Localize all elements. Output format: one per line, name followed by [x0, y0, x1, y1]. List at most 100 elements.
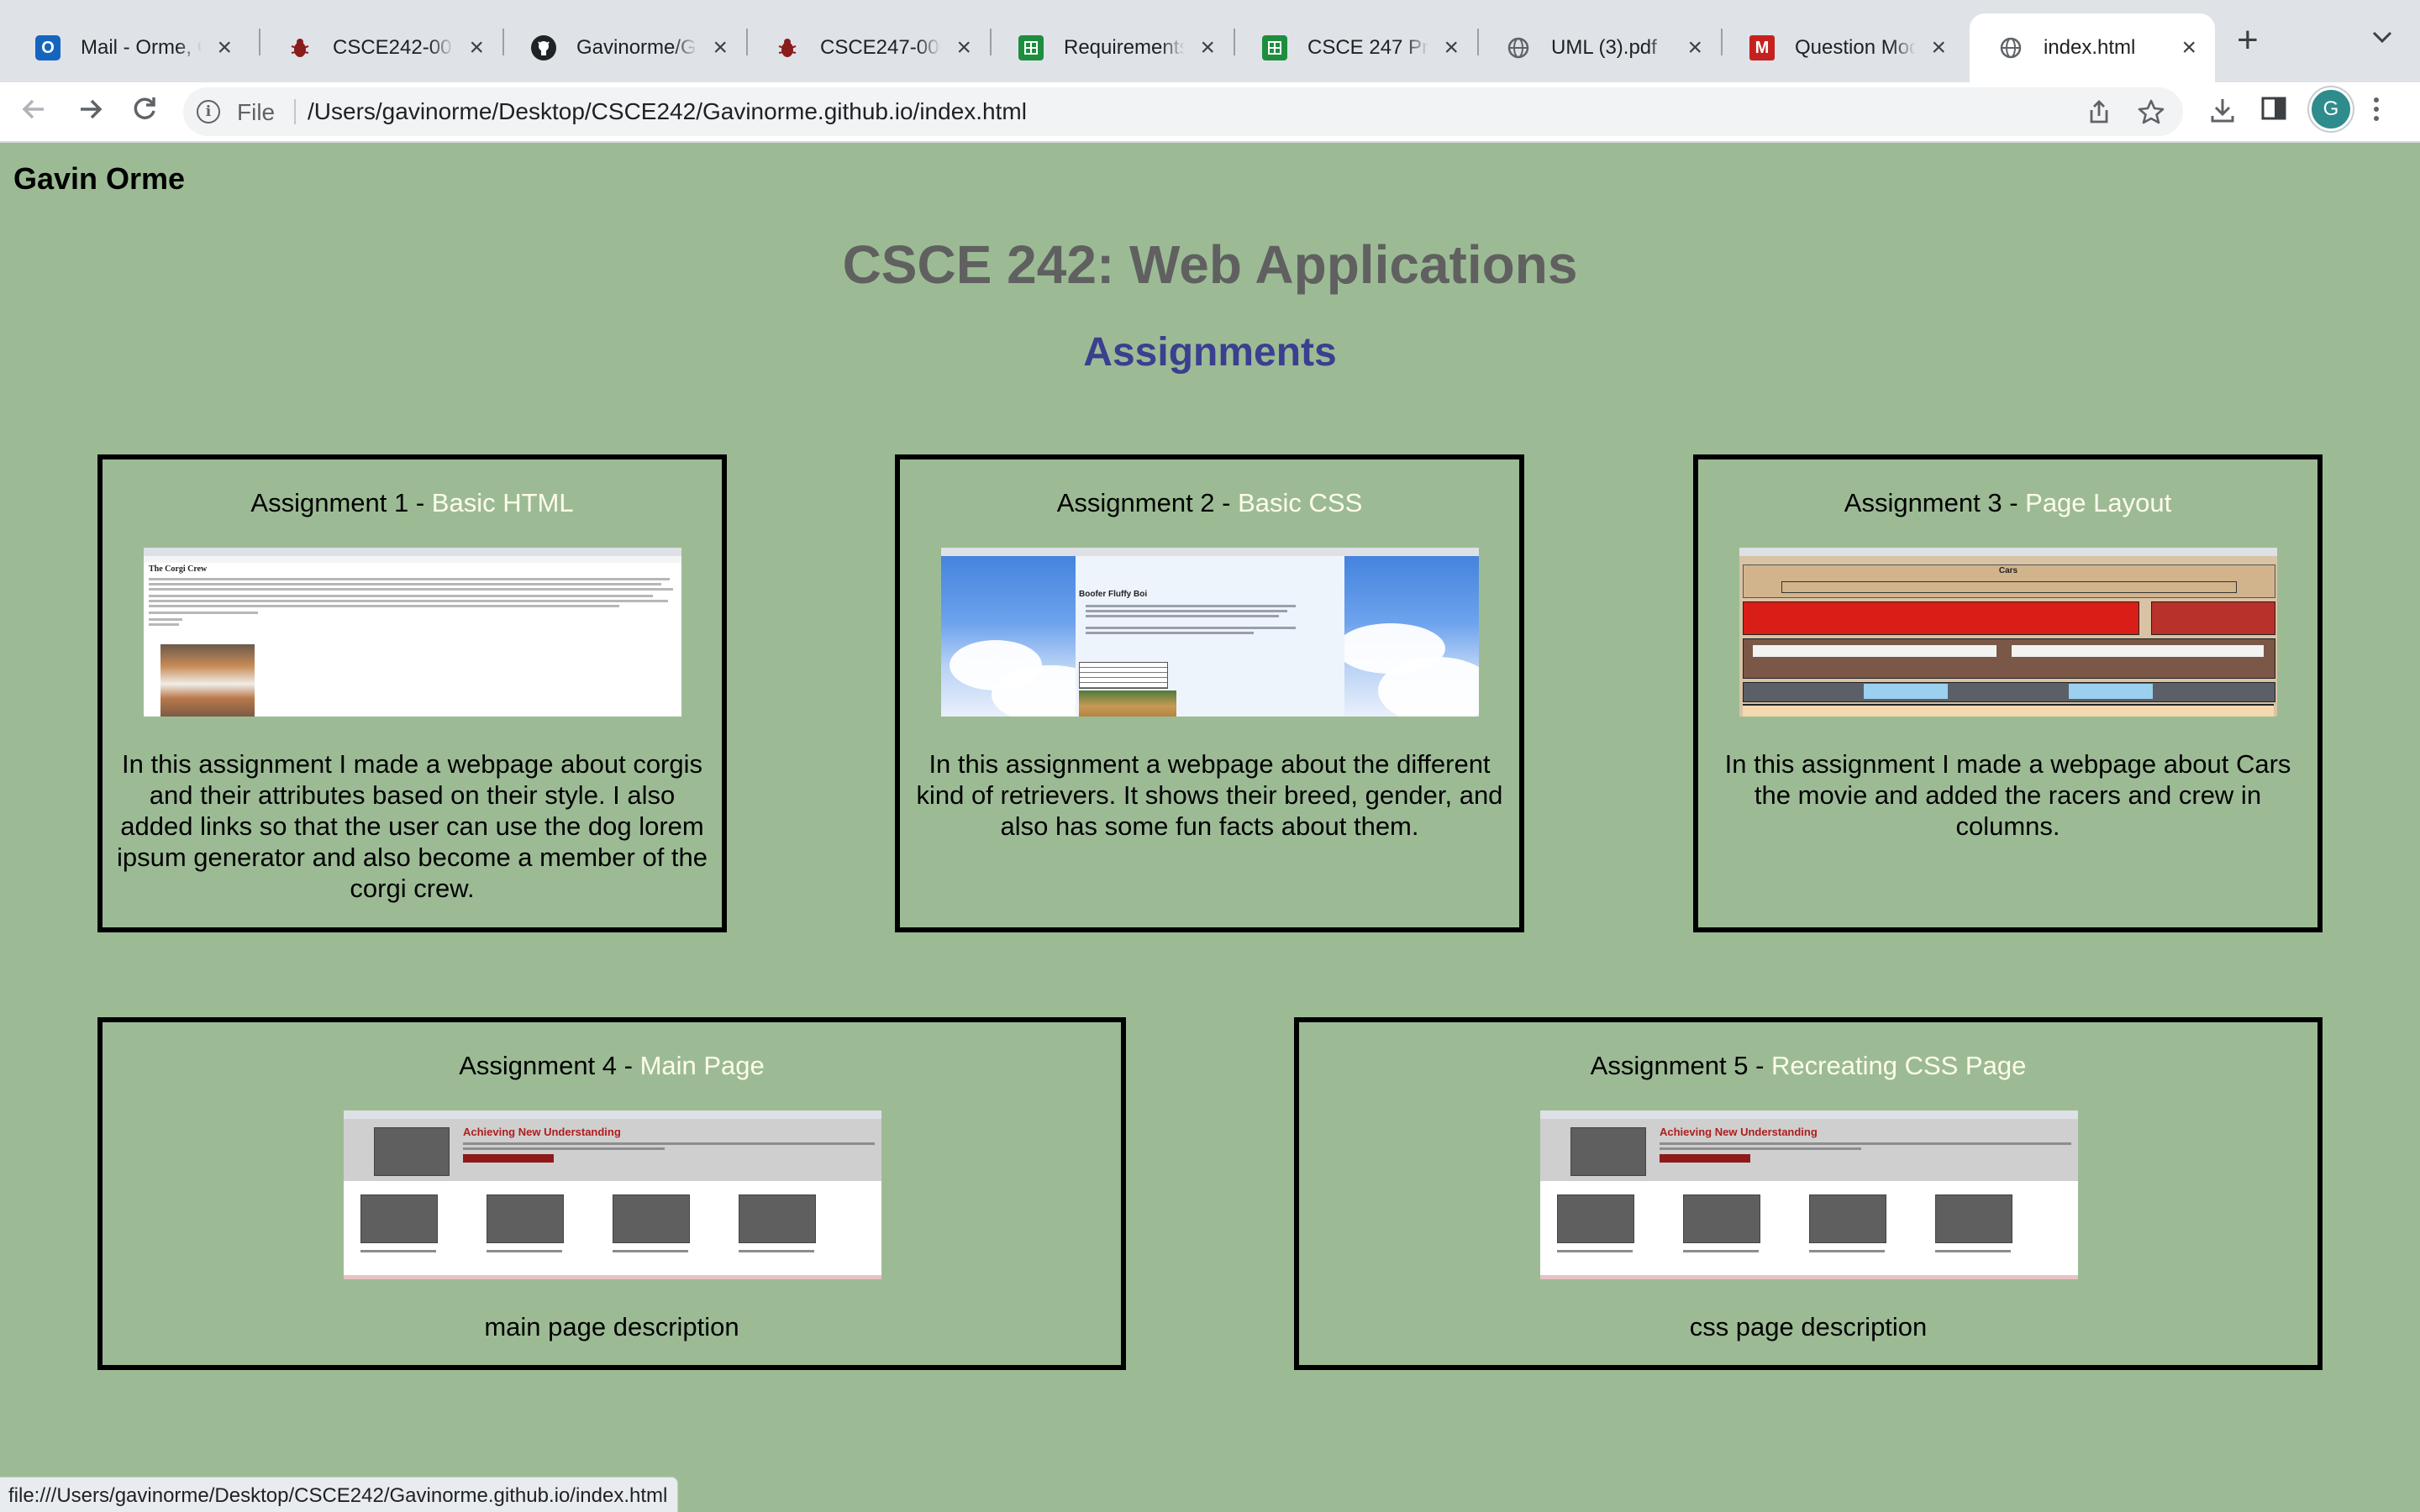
- globe-icon: [1506, 35, 1531, 60]
- thumb-browser-bar: [1540, 1110, 2078, 1119]
- tab-title: Mail - Orme, Gavin: [81, 36, 202, 59]
- thumb-text-line: [149, 595, 653, 597]
- bookmark-star-icon[interactable]: [2138, 99, 2165, 131]
- tab-title: Requirements: [1064, 36, 1185, 59]
- close-icon[interactable]: ×: [1200, 35, 1215, 60]
- thumb-gray-band: [1743, 682, 2275, 702]
- scheme-divider: [294, 99, 296, 124]
- assignment-link[interactable]: Main Page: [640, 1051, 765, 1080]
- m-icon: M: [1749, 35, 1775, 60]
- thumb-red-panel: [1743, 601, 2139, 635]
- close-icon[interactable]: ×: [1444, 35, 1459, 60]
- thumb-text-line: [463, 1142, 875, 1145]
- assignment-card-2: Assignment 2 - Basic CSS Boofer Fluffy B…: [895, 454, 1524, 932]
- card-description: main page description: [484, 1312, 739, 1341]
- card-description: In this assignment I made a webpage abou…: [116, 749, 708, 903]
- close-icon[interactable]: ×: [713, 35, 728, 60]
- thumb-text-line: [1935, 1250, 2011, 1252]
- back-button[interactable]: [18, 94, 49, 131]
- corgi-photo: [160, 644, 255, 717]
- thumb-image-placeholder: [613, 1194, 690, 1243]
- thumb-blue-block: [1864, 684, 1948, 699]
- thumb-image-placeholder: [360, 1194, 438, 1243]
- assignment-card-5: Assignment 5 - Recreating CSS Page Achie…: [1294, 1017, 2323, 1370]
- thumb-title: Achieving New Understanding: [463, 1126, 621, 1138]
- thumb-title: Boofer Fluffy Boi: [1079, 590, 1148, 599]
- page-content: Gavin Orme CSCE 242: Web Applications As…: [0, 143, 2420, 1512]
- thumb-text-line: [739, 1250, 814, 1252]
- assignment-screenshot: The Corgi Crew: [144, 548, 681, 717]
- github-icon: [531, 35, 556, 60]
- close-icon[interactable]: ×: [1687, 35, 1702, 60]
- menu-icon[interactable]: [2371, 96, 2381, 129]
- thumb-title: The Corgi Crew: [149, 564, 208, 574]
- thumb-browser-bar: [941, 548, 1479, 556]
- tab-csce247[interactable]: CSCE247-000 ×: [746, 13, 990, 82]
- assignment-card-1: Assignment 1 - Basic HTML The Corgi Crew…: [97, 454, 727, 932]
- thumb-red-button: [463, 1154, 554, 1163]
- card-description: In this assignment a webpage about the d…: [916, 749, 1503, 841]
- url-text[interactable]: /Users/gavinorme/Desktop/CSCE242/Gavinor…: [308, 98, 1027, 125]
- thumb-text-line: [613, 1250, 688, 1252]
- tab-csce247-project[interactable]: CSCE 247 Project ×: [1234, 13, 1477, 82]
- tab-question-mode[interactable]: M Question Mode ×: [1721, 13, 1965, 82]
- assignment-card-4: Assignment 4 - Main Page Achieving New U…: [97, 1017, 1126, 1370]
- tab-uml-pdf[interactable]: UML (3).pdf ×: [1477, 13, 1721, 82]
- tab-title: Gavinorme/Gavinorme.github.io: [576, 36, 697, 59]
- share-icon[interactable]: [2087, 99, 2111, 131]
- thumb-image-placeholder: [374, 1127, 450, 1176]
- card-heading: Assignment 5 - Recreating CSS Page: [1299, 1051, 2317, 1081]
- assignment-screenshot: Cars: [1739, 548, 2277, 717]
- thumb-image-placeholder: [1683, 1194, 1760, 1243]
- tab-index-html[interactable]: index.html ×: [1970, 13, 2215, 82]
- thumb-text-line: [1086, 605, 1296, 607]
- thumb-nav: [1781, 581, 2237, 593]
- tab-strip: O Mail - Orme, Gavin × CSCE242-001 × Gav…: [0, 0, 2420, 82]
- assignment-link[interactable]: Basic CSS: [1238, 488, 1362, 517]
- thumb-text-line: [1683, 1250, 1759, 1252]
- close-icon[interactable]: ×: [1931, 35, 1946, 60]
- assignment-link[interactable]: Page Layout: [2025, 488, 2171, 517]
- tab-mail[interactable]: O Mail - Orme, Gavin ×: [7, 13, 250, 82]
- tab-title: index.html: [2044, 36, 2136, 59]
- outlook-icon: O: [35, 35, 60, 60]
- new-tab-button[interactable]: +: [2237, 22, 2259, 59]
- thumb-image-placeholder: [1557, 1194, 1634, 1243]
- thumb-text-line: [463, 1147, 665, 1150]
- card-description: In this assignment I made a webpage abou…: [1724, 749, 2291, 841]
- close-icon[interactable]: ×: [217, 35, 232, 60]
- forward-button[interactable]: [76, 94, 106, 131]
- close-icon[interactable]: ×: [956, 35, 971, 60]
- side-panel-icon[interactable]: [2260, 96, 2287, 128]
- thumb-address-bar: [144, 556, 681, 563]
- author-name: Gavin Orme: [13, 161, 186, 196]
- assignment-link[interactable]: Basic HTML: [432, 488, 574, 517]
- thumb-column-header: [1753, 645, 1996, 657]
- thumb-footer: [344, 1275, 881, 1279]
- sheets-icon: [1018, 35, 1044, 60]
- thumb-footer-band: [1743, 704, 2274, 717]
- tab-requirements[interactable]: Requirements ×: [990, 13, 1234, 82]
- download-icon[interactable]: [2208, 96, 2237, 131]
- address-bar[interactable]: i File /Users/gavinorme/Desktop/CSCE242/…: [183, 87, 2183, 136]
- tab-title: CSCE 247 Project: [1307, 36, 1428, 59]
- tab-csce242[interactable]: CSCE242-001 ×: [259, 13, 502, 82]
- tab-search-icon[interactable]: [2370, 24, 2395, 52]
- thumb-text-line: [1086, 632, 1254, 634]
- bug-icon: [287, 35, 313, 60]
- retriever-photo: [1079, 690, 1176, 717]
- card-heading: Assignment 2 - Basic CSS: [900, 488, 1519, 518]
- thumb-text-line: [360, 1250, 436, 1252]
- close-icon[interactable]: ×: [2181, 35, 2196, 60]
- reload-button[interactable]: [129, 94, 160, 131]
- tab-github[interactable]: Gavinorme/Gavinorme.github.io ×: [502, 13, 746, 82]
- card-heading: Assignment 4 - Main Page: [103, 1051, 1121, 1081]
- card-heading-prefix: Assignment 2 -: [1056, 488, 1239, 517]
- info-icon[interactable]: i: [197, 100, 220, 123]
- profile-avatar[interactable]: G: [2309, 87, 2353, 131]
- assignment-link[interactable]: Recreating CSS Page: [1771, 1051, 2026, 1080]
- close-icon[interactable]: ×: [469, 35, 484, 60]
- thumb-image-placeholder: [1570, 1127, 1646, 1176]
- thumb-footer: [1540, 1275, 2078, 1279]
- thumb-column-header: [2012, 645, 2264, 657]
